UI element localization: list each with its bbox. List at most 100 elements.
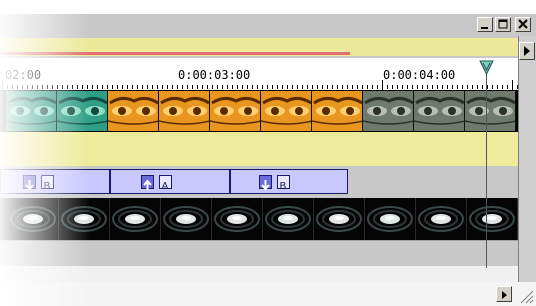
ruler-tick <box>17 85 18 89</box>
ruler-tick <box>192 85 193 89</box>
ruler-tick <box>457 85 458 89</box>
image-frame <box>212 198 263 240</box>
ruler-tick <box>187 85 188 89</box>
ruler-tick <box>362 85 363 89</box>
video-frame-orange <box>210 91 261 131</box>
ruler-tick <box>437 85 438 89</box>
ruler-tick <box>312 85 313 89</box>
scroll-right-button[interactable] <box>519 42 535 60</box>
ruler-tick <box>252 85 253 89</box>
ruler-tick <box>247 85 248 89</box>
close-button[interactable] <box>515 17 531 32</box>
maximize-button[interactable] <box>495 17 511 32</box>
ruler-tick <box>117 85 118 89</box>
svg-text:B: B <box>44 181 51 191</box>
ruler-tick <box>32 85 33 89</box>
ruler-tick <box>152 85 153 89</box>
scroll-right-bottom-button[interactable] <box>496 286 512 302</box>
ruler-tick <box>497 85 498 89</box>
ruler-tick <box>307 85 308 89</box>
ruler-tick <box>282 85 283 89</box>
ruler-tick <box>242 85 243 89</box>
image-frame <box>161 198 212 240</box>
ruler-tick <box>327 85 328 89</box>
transition-clip-2[interactable]: A <box>110 169 230 194</box>
ruler-tick <box>7 85 8 89</box>
ruler-tick <box>267 85 268 89</box>
ruler-tick <box>397 85 398 89</box>
title-bar[interactable] <box>0 14 536 36</box>
transition-clip-3[interactable]: B <box>230 169 348 194</box>
ruler-tick <box>237 85 238 89</box>
empty-track[interactable] <box>0 240 518 266</box>
time-ruler[interactable]: 02:00 0:00:03:00 0:00:04:00 <box>0 58 518 90</box>
ruler-tick <box>332 85 333 89</box>
video-frame-teal <box>6 91 57 131</box>
ruler-tick <box>167 85 168 89</box>
ruler-tick <box>82 85 83 89</box>
video-frame-orange <box>159 91 210 131</box>
svg-text:A: A <box>162 181 169 191</box>
image-frame <box>365 198 416 240</box>
arrow-down-icon <box>259 175 272 191</box>
ruler-tick <box>387 85 388 89</box>
arrow-up-icon <box>141 175 154 190</box>
ruler-tick <box>432 85 433 89</box>
playhead-line <box>486 72 487 268</box>
ruler-tick <box>172 85 173 89</box>
ruler-tick <box>102 85 103 89</box>
ruler-tick <box>227 85 228 89</box>
image-frame <box>314 198 365 240</box>
transition-a-icon: A <box>159 175 172 192</box>
ruler-tick <box>127 85 128 89</box>
ruler-label-2: 0:00:04:00 <box>383 68 456 82</box>
ruler-tick <box>232 85 233 89</box>
ruler-tick <box>212 85 213 89</box>
image-frame <box>467 198 518 240</box>
triangle-right-icon <box>524 46 530 56</box>
minimize-button[interactable] <box>477 17 493 32</box>
ruler-tick <box>277 85 278 89</box>
video-frame-orange <box>312 91 363 131</box>
ruler-tick <box>177 85 178 89</box>
ruler-tick <box>317 85 318 89</box>
audio-track[interactable] <box>0 132 518 166</box>
playhead-marker-icon[interactable] <box>479 60 494 76</box>
ruler-tick <box>287 85 288 89</box>
ruler-tick <box>132 85 133 89</box>
ruler-tick <box>372 85 373 89</box>
image-frame <box>263 198 314 240</box>
ruler-tick <box>37 85 38 89</box>
ruler-tick <box>447 85 448 89</box>
ruler-tick <box>347 85 348 89</box>
ruler-tick <box>297 85 298 89</box>
transition-clip-1[interactable]: B <box>0 169 110 194</box>
resize-grip-icon[interactable] <box>518 288 534 304</box>
ruler-tick <box>467 85 468 89</box>
ruler-tick <box>512 80 513 90</box>
image-track[interactable] <box>0 198 518 240</box>
ruler-tick <box>502 85 503 89</box>
work-area-bar[interactable] <box>0 52 350 55</box>
ruler-label-1: 0:00:03:00 <box>178 68 251 82</box>
video-track[interactable] <box>0 90 518 132</box>
ruler-tick <box>47 85 48 89</box>
ruler-tick <box>272 85 273 89</box>
ruler-tick <box>162 85 163 89</box>
ruler-tick <box>257 85 258 89</box>
ruler-tick <box>92 85 93 89</box>
ruler-tick <box>482 85 483 89</box>
track-footer <box>0 266 518 282</box>
video-frame-orange <box>108 91 159 131</box>
ruler-tick <box>222 85 223 89</box>
ruler-tick <box>112 85 113 89</box>
ruler-tick <box>217 85 218 89</box>
ruler-tick <box>462 85 463 89</box>
svg-text:B: B <box>280 181 287 191</box>
ruler-tick <box>292 85 293 89</box>
ruler-tick <box>12 85 13 89</box>
ruler-tick <box>147 85 148 89</box>
ruler-tick <box>452 85 453 89</box>
ruler-tick <box>382 80 383 90</box>
vertical-scrollbar[interactable] <box>518 36 536 282</box>
